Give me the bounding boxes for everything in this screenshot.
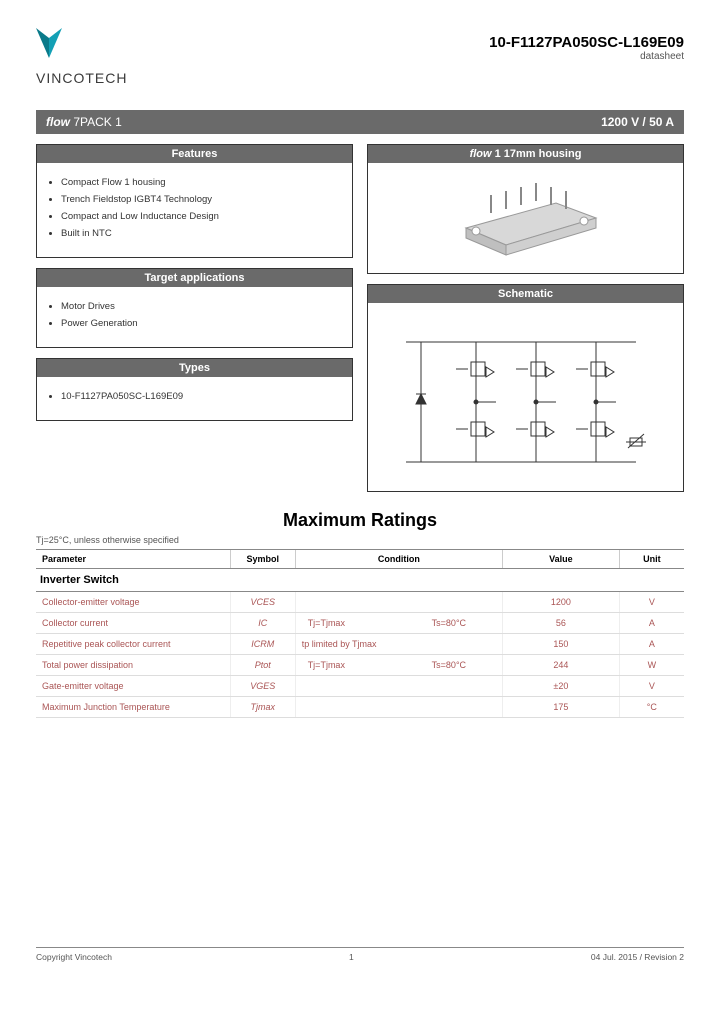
features-header: Features — [37, 145, 352, 163]
col-value: Value — [503, 550, 620, 569]
footer-copyright: Copyright Vincotech — [36, 952, 112, 962]
col-condition: Condition — [295, 550, 502, 569]
target-apps-header: Target applications — [37, 269, 352, 287]
title-block: 10-F1127PA050SC-L169E09 datasheet — [489, 28, 684, 62]
table-row: Maximum Junction Temperature Tjmax 175 °… — [36, 697, 684, 718]
max-ratings-table: Parameter Symbol Condition Value Unit In… — [36, 549, 684, 718]
brand-logo: VINCOTECH — [36, 28, 127, 86]
target-applications-box: Target applications Motor Drives Power G… — [36, 268, 353, 348]
col-unit: Unit — [619, 550, 684, 569]
part-number: 10-F1127PA050SC-L169E09 — [489, 34, 684, 51]
schematic-image — [368, 303, 683, 491]
max-ratings-title: Maximum Ratings — [36, 510, 684, 531]
table-row: Total power dissipation Ptot Tj=TjmaxTs=… — [36, 655, 684, 676]
feature-item: Compact and Low Inductance Design — [61, 211, 342, 222]
target-app-item: Motor Drives — [61, 301, 342, 312]
features-box: Features Compact Flow 1 housing Trench F… — [36, 144, 353, 258]
housing-box: flow 1 17mm housing — [367, 144, 684, 274]
types-header: Types — [37, 359, 352, 377]
feature-item: Compact Flow 1 housing — [61, 177, 342, 188]
product-banner: flow 7PACK 1 1200 V / 50 A — [36, 110, 684, 134]
page-header: VINCOTECH 10-F1127PA050SC-L169E09 datash… — [36, 28, 684, 86]
table-row: Collector-emitter voltage VCES 1200 V — [36, 592, 684, 613]
footer-date-revision: 04 Jul. 2015 / Revision 2 — [591, 952, 684, 962]
housing-header: flow 1 17mm housing — [368, 145, 683, 163]
col-symbol: Symbol — [230, 550, 295, 569]
brand-name: VINCOTECH — [36, 70, 127, 86]
feature-item: Built in NTC — [61, 228, 342, 239]
document-type: datasheet — [489, 51, 684, 62]
feature-item: Trench Fieldstop IGBT4 Technology — [61, 194, 342, 205]
col-parameter: Parameter — [36, 550, 230, 569]
schematic-header: Schematic — [368, 285, 683, 303]
housing-image — [368, 163, 683, 273]
module-3d-icon — [436, 173, 616, 263]
target-app-item: Power Generation — [61, 318, 342, 329]
ratings-note: Tj=25°C, unless otherwise specified — [36, 535, 684, 545]
page-footer: Copyright Vincotech 1 04 Jul. 2015 / Rev… — [36, 947, 684, 962]
voltage-current-rating: 1200 V / 50 A — [601, 115, 674, 129]
types-box: Types 10-F1127PA050SC-L169E09 — [36, 358, 353, 421]
footer-page-number: 1 — [349, 952, 354, 962]
schematic-box: Schematic — [367, 284, 684, 492]
type-item: 10-F1127PA050SC-L169E09 — [61, 391, 342, 402]
table-row: Repetitive peak collector current ICRM t… — [36, 634, 684, 655]
table-row: Gate-emitter voltage VGES ±20 V — [36, 676, 684, 697]
subsection-inverter-switch: Inverter Switch — [36, 569, 684, 592]
vincotech-logo-icon — [36, 28, 62, 64]
circuit-schematic-icon — [396, 312, 656, 482]
table-row: Collector current IC Tj=TjmaxTs=80°C 56 … — [36, 613, 684, 634]
product-line: flow 7PACK 1 — [46, 115, 122, 129]
